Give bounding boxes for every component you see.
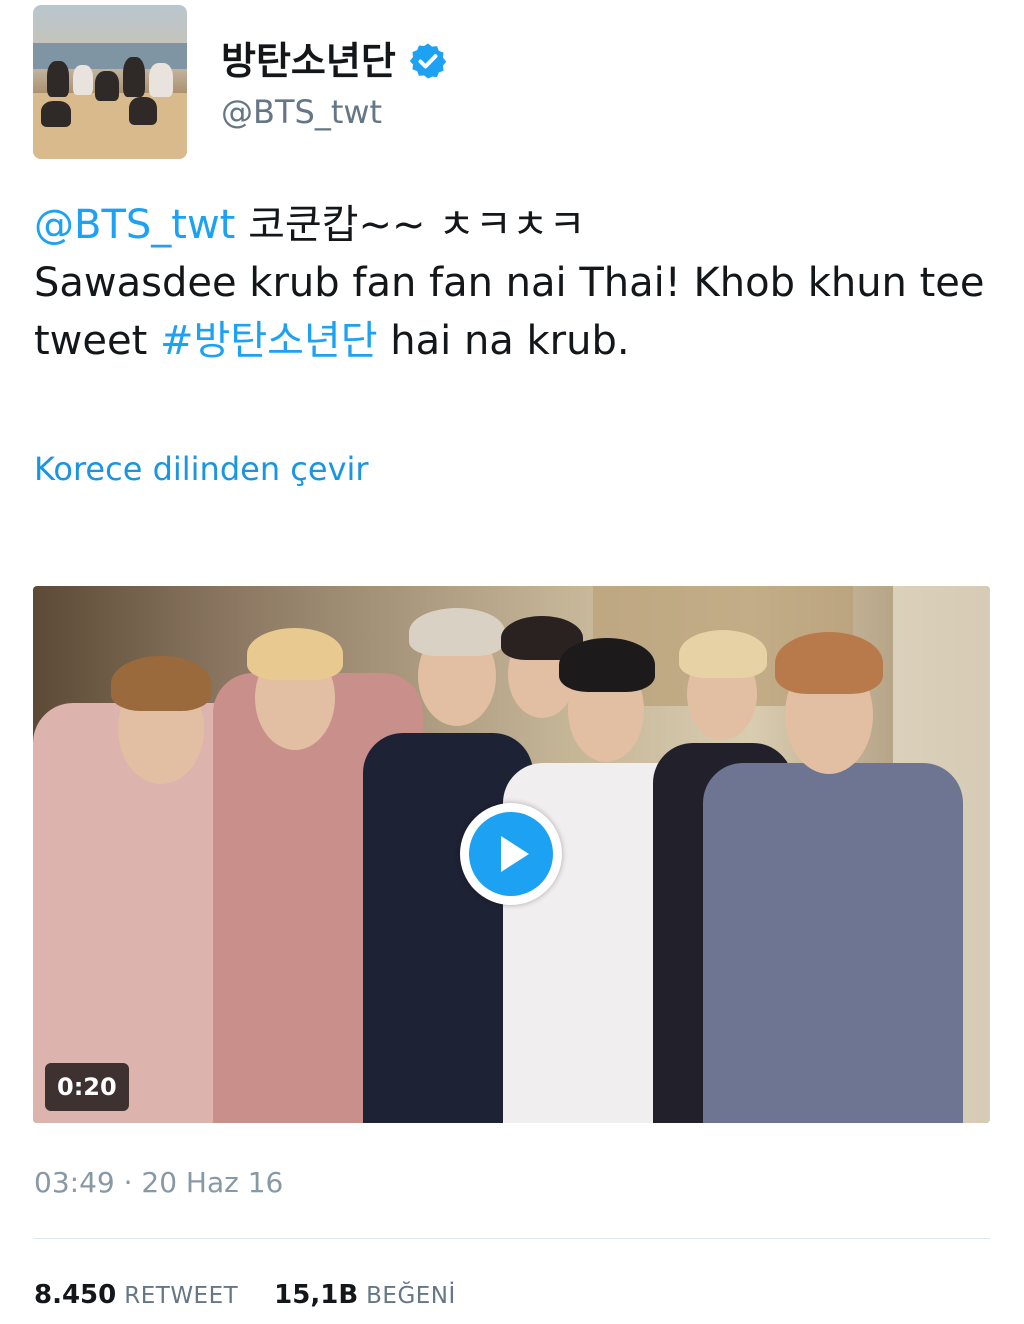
mention-link[interactable]: @BTS_twt [34, 202, 235, 248]
avatar[interactable] [33, 5, 187, 159]
tweet-line-3-suffix: hai na krub. [377, 318, 630, 364]
tweet-line-1: @BTS_twt 코쿤캅~~ ㅊㅋㅊㅋ [34, 196, 994, 254]
name-row: 방탄소년단 [221, 33, 448, 89]
tweet-line-3: tweet #방탄소년단 hai na krub. [34, 312, 994, 370]
tweet-timestamp[interactable]: 03:49 · 20 Haz 16 [34, 1166, 283, 1199]
video-player[interactable]: 0:20 [33, 586, 990, 1123]
verified-badge-icon [409, 43, 446, 79]
tweet-header: 방탄소년단 @BTS_twt [33, 5, 993, 161]
tweet-stats: 8.450 RETWEET 15,1B BEĞENİ [34, 1280, 492, 1310]
tweet-line-3-prefix: tweet [34, 318, 161, 364]
like-count: 15,1B [274, 1280, 359, 1310]
like-label: BEĞENİ [366, 1283, 456, 1309]
display-name[interactable]: 방탄소년단 [221, 42, 396, 80]
retweet-count: 8.450 [34, 1280, 117, 1310]
translate-link[interactable]: Korece dilinden çevir [34, 450, 369, 488]
tweet-korean-text: 코쿤캅~~ ㅊㅋㅊㅋ [235, 202, 586, 248]
tweet-text: @BTS_twt 코쿤캅~~ ㅊㅋㅊㅋ Sawasdee krub fan fa… [34, 196, 994, 370]
tweet-line-2: Sawasdee krub fan fan nai Thai! Khob khu… [34, 260, 985, 306]
play-button[interactable] [460, 803, 562, 905]
like-stat[interactable]: 15,1B BEĞENİ [274, 1280, 456, 1310]
divider [33, 1238, 990, 1239]
hashtag-link[interactable]: #방탄소년단 [160, 318, 378, 364]
retweet-label: RETWEET [124, 1283, 239, 1309]
author-handle[interactable]: @BTS_twt [221, 93, 382, 131]
play-icon [469, 812, 553, 896]
retweet-stat[interactable]: 8.450 RETWEET [34, 1280, 238, 1310]
video-duration: 0:20 [45, 1063, 129, 1111]
